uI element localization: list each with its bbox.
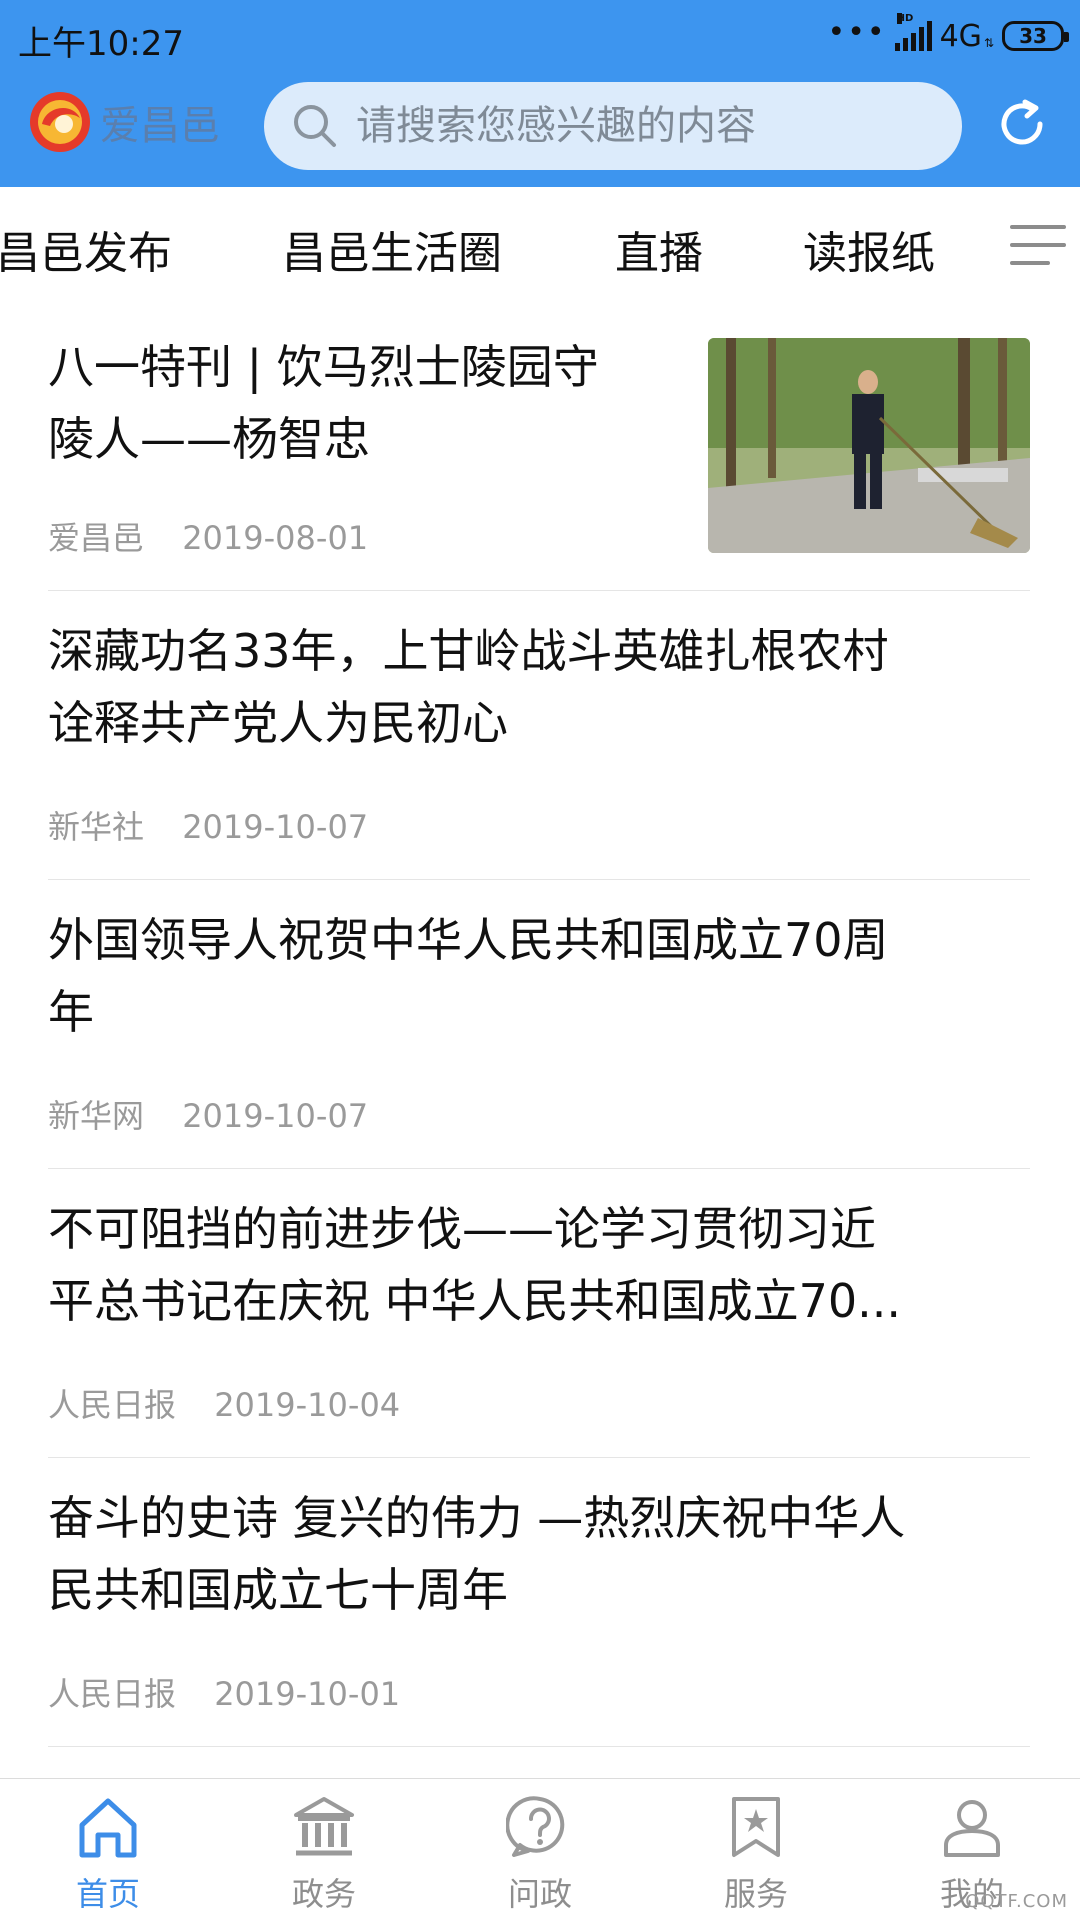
news-title-line: 外国领导人祝贺中华人民共和国成立70周 — [48, 913, 889, 967]
nav-label: 服务 — [723, 1875, 788, 1913]
hd-label: HD — [896, 13, 914, 24]
news-title-line: 诠释共产党人为民初心 — [48, 696, 508, 750]
nav-service[interactable]: 服务 — [686, 1779, 826, 1920]
news-item[interactable]: 外国领导人祝贺中华人民共和国成立70周 年 新华网 2019-10-07 — [48, 880, 1030, 1169]
user-icon — [944, 1800, 1000, 1857]
battery-level: 33 — [1019, 24, 1047, 48]
news-item[interactable]: 奋斗的史诗 复兴的伟力 —热烈庆祝中华人 民共和国成立七十周年 人民日报 201… — [48, 1458, 1030, 1747]
news-title-line: 奋斗的史诗 复兴的伟力 —热烈庆祝中华人 — [48, 1491, 906, 1545]
news-date: 2019-10-01 — [214, 1675, 401, 1713]
nav-home[interactable]: 首页 — [38, 1779, 178, 1920]
news-date: 2019-08-01 — [182, 519, 369, 557]
more-dots-icon: ••• — [827, 15, 887, 50]
status-time: 上午10:27 — [18, 24, 184, 64]
news-thumbnail — [708, 338, 1030, 553]
app-header: 上午10:27 ••• HD 4G ⇅ 33 爱昌邑 — [0, 0, 1080, 187]
news-meta: 人民日报 2019-10-01 — [48, 1669, 400, 1715]
news-item[interactable]: 八一特刊 | 饮马烈士陵园守 陵人——杨智忠 爱昌邑 2019-08-01 — [48, 307, 1030, 591]
news-item[interactable]: 不可阻挡的前进步伐——论学习贯彻习近 平总书记在庆祝 中华人民共和国成立70..… — [48, 1169, 1030, 1458]
home-icon — [79, 1798, 137, 1858]
tab-changyi-life[interactable]: 昌邑生活圈 — [282, 217, 502, 281]
news-title-line: 陵人——杨智忠 — [48, 412, 370, 466]
news-source: 人民日报 — [48, 1675, 177, 1713]
search-input[interactable] — [356, 103, 916, 149]
status-bar: 上午10:27 ••• HD 4G ⇅ 33 — [0, 0, 1080, 72]
news-title: 不可阻挡的前进步伐——论学习贯彻习近 平总书记在庆祝 中华人民共和国成立70..… — [48, 1193, 901, 1337]
logo-mark-icon — [30, 92, 90, 152]
data-arrows-icon: ⇅ — [983, 36, 994, 50]
tab-live[interactable]: 直播 — [615, 217, 703, 281]
news-title: 深藏功名33年，上甘岭战斗英雄扎根农村 诠释共产党人为民初心 — [48, 615, 889, 759]
news-title-line: 深藏功名33年，上甘岭战斗英雄扎根农村 — [48, 624, 889, 678]
news-date: 2019-10-04 — [214, 1386, 401, 1424]
category-tabs: 昌邑发布 昌邑生活圈 直播 读报纸 — [0, 187, 1080, 307]
app-logo[interactable]: 爱昌邑 — [28, 90, 220, 154]
news-date: 2019-10-07 — [182, 808, 369, 846]
signal-icon: HD — [894, 13, 932, 51]
news-title-line: 民共和国成立七十周年 — [48, 1563, 508, 1617]
news-title-line: 年 — [48, 985, 94, 1039]
question-bubble-icon — [506, 1796, 565, 1857]
logo-text: 爱昌邑 — [100, 103, 220, 149]
news-date: 2019-10-07 — [182, 1097, 369, 1135]
status-indicators: ••• HD 4G ⇅ 33 — [827, 13, 1069, 58]
nav-government[interactable]: 政务 — [254, 1779, 394, 1920]
tab-newspaper[interactable]: 读报纸 — [803, 217, 935, 281]
news-source: 爱昌邑 — [48, 519, 145, 557]
news-item[interactable]: 深藏功名33年，上甘岭战斗英雄扎根农村 诠释共产党人为民初心 新华社 2019-… — [48, 591, 1030, 880]
search-bar[interactable] — [264, 82, 962, 170]
news-meta: 新华社 2019-10-07 — [48, 802, 368, 848]
news-title-line: 不可阻挡的前进步伐——论学习贯彻习近 — [48, 1202, 876, 1256]
bottom-navigation: 首页 政务 问政 服务 我的 QQTF.COM — [0, 1778, 1080, 1920]
watermark: QQTF.COM — [965, 1891, 1068, 1912]
news-title-line: 八一特刊 | 饮马烈士陵园守 — [48, 340, 599, 394]
news-source: 新华网 — [48, 1097, 145, 1135]
tab-changyi-release[interactable]: 昌邑发布 — [0, 217, 172, 281]
nav-label: 问政 — [507, 1875, 572, 1913]
nav-label: 首页 — [75, 1875, 140, 1913]
news-title: 八一特刊 | 饮马烈士陵园守 陵人——杨智忠 — [48, 331, 668, 475]
news-meta: 新华网 2019-10-07 — [48, 1091, 368, 1137]
star-bookmark-icon — [732, 1797, 780, 1857]
news-title: 奋斗的史诗 复兴的伟力 —热烈庆祝中华人 民共和国成立七十周年 — [48, 1482, 905, 1626]
menu-icon[interactable] — [1008, 221, 1068, 269]
network-type: 4G — [939, 18, 982, 54]
app-bar: 爱昌邑 — [0, 72, 1080, 187]
battery-icon: 33 — [1002, 21, 1069, 51]
news-title-line: 平总书记在庆祝 中华人民共和国成立70... — [48, 1274, 902, 1328]
news-source: 新华社 — [48, 808, 145, 846]
government-building-icon — [294, 1797, 354, 1856]
search-icon — [294, 105, 336, 147]
news-source: 人民日报 — [48, 1386, 177, 1424]
nav-inquiry[interactable]: 问政 — [470, 1779, 610, 1920]
news-meta: 人民日报 2019-10-04 — [48, 1380, 400, 1426]
news-title: 外国领导人祝贺中华人民共和国成立70周 年 — [48, 904, 889, 1048]
nav-label: 政务 — [291, 1875, 356, 1913]
refresh-icon[interactable] — [994, 96, 1050, 152]
news-meta: 爱昌邑 2019-08-01 — [48, 513, 368, 559]
